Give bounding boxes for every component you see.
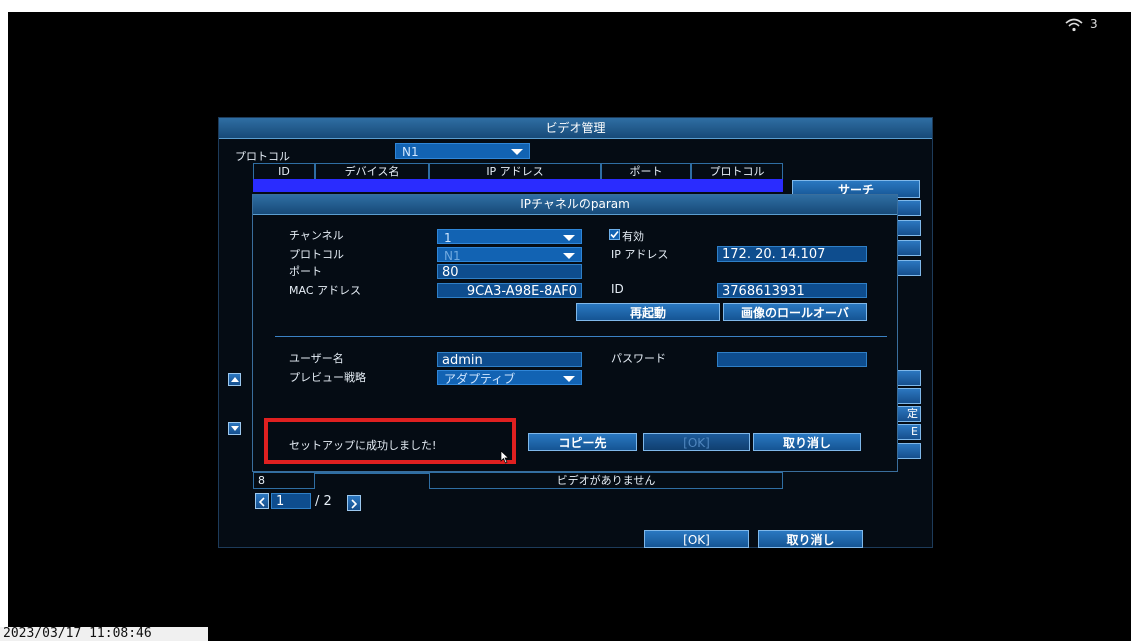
wifi-count: 3 — [1090, 17, 1098, 31]
protocol-label: プロトコル — [289, 248, 344, 261]
chevron-down-icon — [563, 253, 575, 259]
chevron-right-icon — [351, 499, 358, 509]
chevron-left-icon — [258, 497, 265, 507]
mac-address-field[interactable]: 9CA3-A98E-8AF0 — [437, 283, 582, 299]
next-page-button[interactable] — [347, 495, 361, 511]
hidden-button-4[interactable] — [897, 260, 921, 276]
wifi-icon — [1065, 18, 1083, 32]
prev-page-button[interactable] — [255, 493, 269, 509]
hidden-button-6[interactable] — [897, 388, 921, 404]
enabled-label: 有効 — [622, 230, 644, 243]
highlight-box — [264, 418, 516, 464]
hidden-button-8[interactable]: E — [897, 424, 921, 440]
ip-channel-title: IPチャネルのparam — [253, 195, 897, 215]
arrow-up-icon — [231, 377, 239, 382]
username-field[interactable]: admin — [437, 352, 582, 368]
ip-address-field[interactable]: 172. 20. 14.107 — [717, 246, 867, 262]
ok-button[interactable]: [OK] — [644, 530, 749, 548]
hidden-button-7[interactable]: 定 — [897, 406, 921, 422]
ip-address-label: IP アドレス — [611, 248, 669, 261]
page-input[interactable]: 1 — [271, 493, 311, 509]
port-label: ポート — [289, 265, 322, 278]
column-device-name: デバイス名 — [315, 163, 429, 180]
side-label-a: 定 — [907, 407, 918, 420]
username-label: ユーザー名 — [289, 352, 344, 365]
chevron-down-icon — [563, 376, 575, 382]
page-total: / 2 — [315, 494, 332, 509]
mac-address-label: MAC アドレス — [289, 284, 361, 297]
timestamp-bar: 2023/03/17 11:08:46 — [0, 626, 208, 641]
protocol-value: N1 — [444, 249, 461, 263]
channel-label: チャンネル — [289, 229, 344, 242]
password-field[interactable] — [717, 352, 867, 367]
checkmark-icon — [610, 230, 619, 239]
protocol-label: プロトコル — [235, 150, 290, 163]
id-label: ID — [611, 282, 624, 296]
device-table-header: ID デバイス名 IP アドレス ポート プロトコル — [253, 163, 783, 180]
chevron-down-icon — [563, 235, 575, 241]
channel-dropdown[interactable]: 1 — [437, 229, 582, 245]
id-field[interactable]: 3768613931 — [717, 283, 867, 299]
protocol-value: N1 — [402, 145, 419, 159]
cancel-button[interactable]: 取り消し — [753, 433, 861, 451]
image-rollover-button[interactable]: 画像のロールオーバ — [723, 303, 867, 321]
cancel-button[interactable]: 取り消し — [758, 530, 863, 548]
column-port: ポート — [601, 163, 691, 180]
side-label-b: E — [911, 425, 918, 438]
protocol-dropdown[interactable]: N1 — [395, 143, 530, 159]
hidden-button-9[interactable] — [897, 443, 921, 459]
row-id: 8 — [253, 472, 315, 489]
dvr-screen: 3 ビデオ管理 プロトコル N1 ID デバイス名 IP アドレス ポート プロ… — [8, 12, 1131, 641]
video-management-title: ビデオ管理 — [219, 118, 932, 139]
column-protocol: プロトコル — [691, 163, 783, 180]
table-row-selected[interactable] — [253, 179, 783, 192]
chevron-down-icon — [511, 149, 523, 155]
scroll-down-button[interactable] — [228, 422, 241, 435]
preview-strategy-value: アダプティブ — [444, 372, 516, 386]
timestamp: 2023/03/17 11:08:46 — [3, 626, 152, 641]
scroll-up-button[interactable] — [228, 373, 241, 386]
preview-strategy-dropdown[interactable]: アダプティブ — [437, 370, 582, 386]
row-device-name — [315, 472, 429, 474]
channel-value: 1 — [444, 231, 452, 245]
hidden-button-1[interactable] — [897, 200, 921, 216]
row-status: ビデオがありません — [429, 472, 783, 489]
port-field[interactable]: 80 — [437, 264, 582, 280]
hidden-button-3[interactable] — [897, 240, 921, 256]
preview-strategy-label: プレビュー戦略 — [289, 371, 366, 384]
arrow-down-icon — [231, 426, 239, 431]
hidden-button-5[interactable] — [897, 370, 921, 386]
ok-button[interactable]: [OK] — [643, 433, 750, 451]
mouse-cursor-icon — [500, 450, 510, 464]
password-label: パスワード — [611, 352, 666, 365]
enabled-checkbox[interactable] — [609, 229, 620, 240]
reboot-button[interactable]: 再起動 — [576, 303, 720, 321]
column-ip-address: IP アドレス — [429, 163, 601, 180]
protocol-dropdown[interactable]: N1 — [437, 247, 582, 263]
copy-to-button[interactable]: コピー先 — [528, 433, 637, 451]
column-id: ID — [253, 163, 315, 180]
divider — [275, 336, 887, 337]
table-row[interactable]: 8 ビデオがありません — [253, 472, 783, 489]
hidden-button-2[interactable] — [897, 220, 921, 236]
